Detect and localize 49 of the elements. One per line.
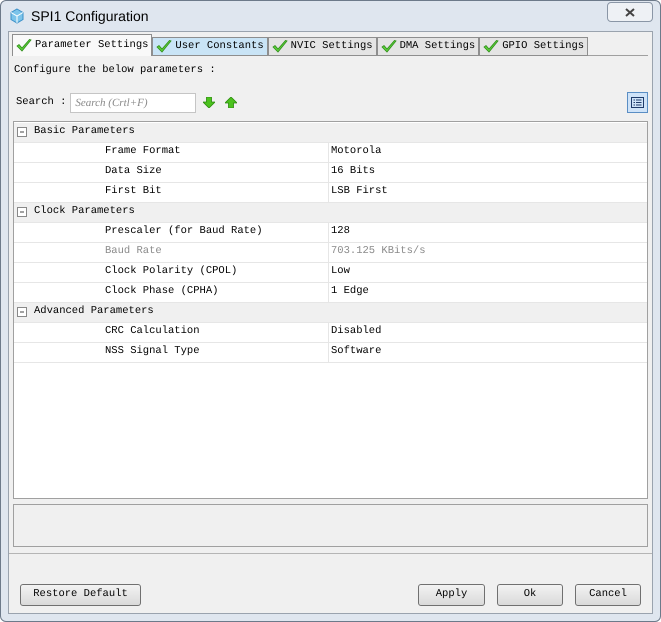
tab[interactable]: GPIO Settings [479,37,588,56]
group-header: Advanced Parameters [34,304,154,320]
checkmark-icon [380,40,397,54]
parameter-value[interactable]: Motorola [329,144,382,160]
collapse-icon[interactable] [17,127,27,138]
parameter-value[interactable]: Low [329,264,350,280]
parameter-name: First Bit [14,182,329,202]
group-header: Basic Parameters [34,124,135,140]
arrow-down-icon[interactable] [203,97,216,108]
parameter-value[interactable]: Software [329,344,382,360]
parameter-name: NSS Signal Type [14,342,329,362]
checkmark-icon [272,40,288,54]
group-header: Clock Parameters [34,204,135,220]
dialog-button[interactable]: Cancel [575,584,641,606]
parameter-name: Baud Rate [14,242,329,262]
window-title: SPI1 Configuration [31,6,149,26]
parameter-name: Frame Format [14,142,329,162]
tab[interactable]: DMA Settings [376,37,480,56]
search-label: Search : [16,94,66,110]
parameter-value[interactable]: LSB First [329,184,388,200]
parameter-name: Prescaler (for Baud Rate) [14,222,329,242]
collapse-icon[interactable] [17,207,27,218]
dialog-button[interactable]: Restore Default [20,584,141,606]
parameter-name: Clock Phase (CPHA) [14,282,329,302]
parameter-value[interactable]: Disabled [329,324,382,340]
list-view-button[interactable] [627,92,648,114]
close-button[interactable] [607,2,653,22]
parameter-name: Clock Polarity (CPOL) [14,262,329,282]
list-icon [631,97,644,108]
parameter-name: Data Size [14,162,329,182]
instruction-text: Configure the below parameters : [14,63,217,78]
dialog-button[interactable]: Apply [418,584,485,606]
dialog-button[interactable]: Ok [497,584,563,606]
parameter-value[interactable]: 128 [329,224,350,240]
arrow-up-icon[interactable] [225,97,238,108]
checkmark-icon [483,40,500,54]
search-field[interactable]: Search (Crtl+F) [70,92,196,113]
parameter-value[interactable]: 16 Bits [329,164,376,180]
tab[interactable]: User Constants [152,37,268,56]
cube-icon [9,8,25,24]
tab[interactable]: NVIC Settings [268,37,377,56]
parameter-value: 703.125 KBits/s [330,244,426,260]
parameter-name: CRC Calculation [14,322,329,342]
collapse-icon[interactable] [17,307,27,318]
tab[interactable]: Parameter Settings [12,34,152,56]
checkmark-icon [16,38,32,52]
parameter-value[interactable]: 1 Edge [329,284,369,300]
checkmark-icon [156,40,172,54]
close-icon [625,8,635,16]
